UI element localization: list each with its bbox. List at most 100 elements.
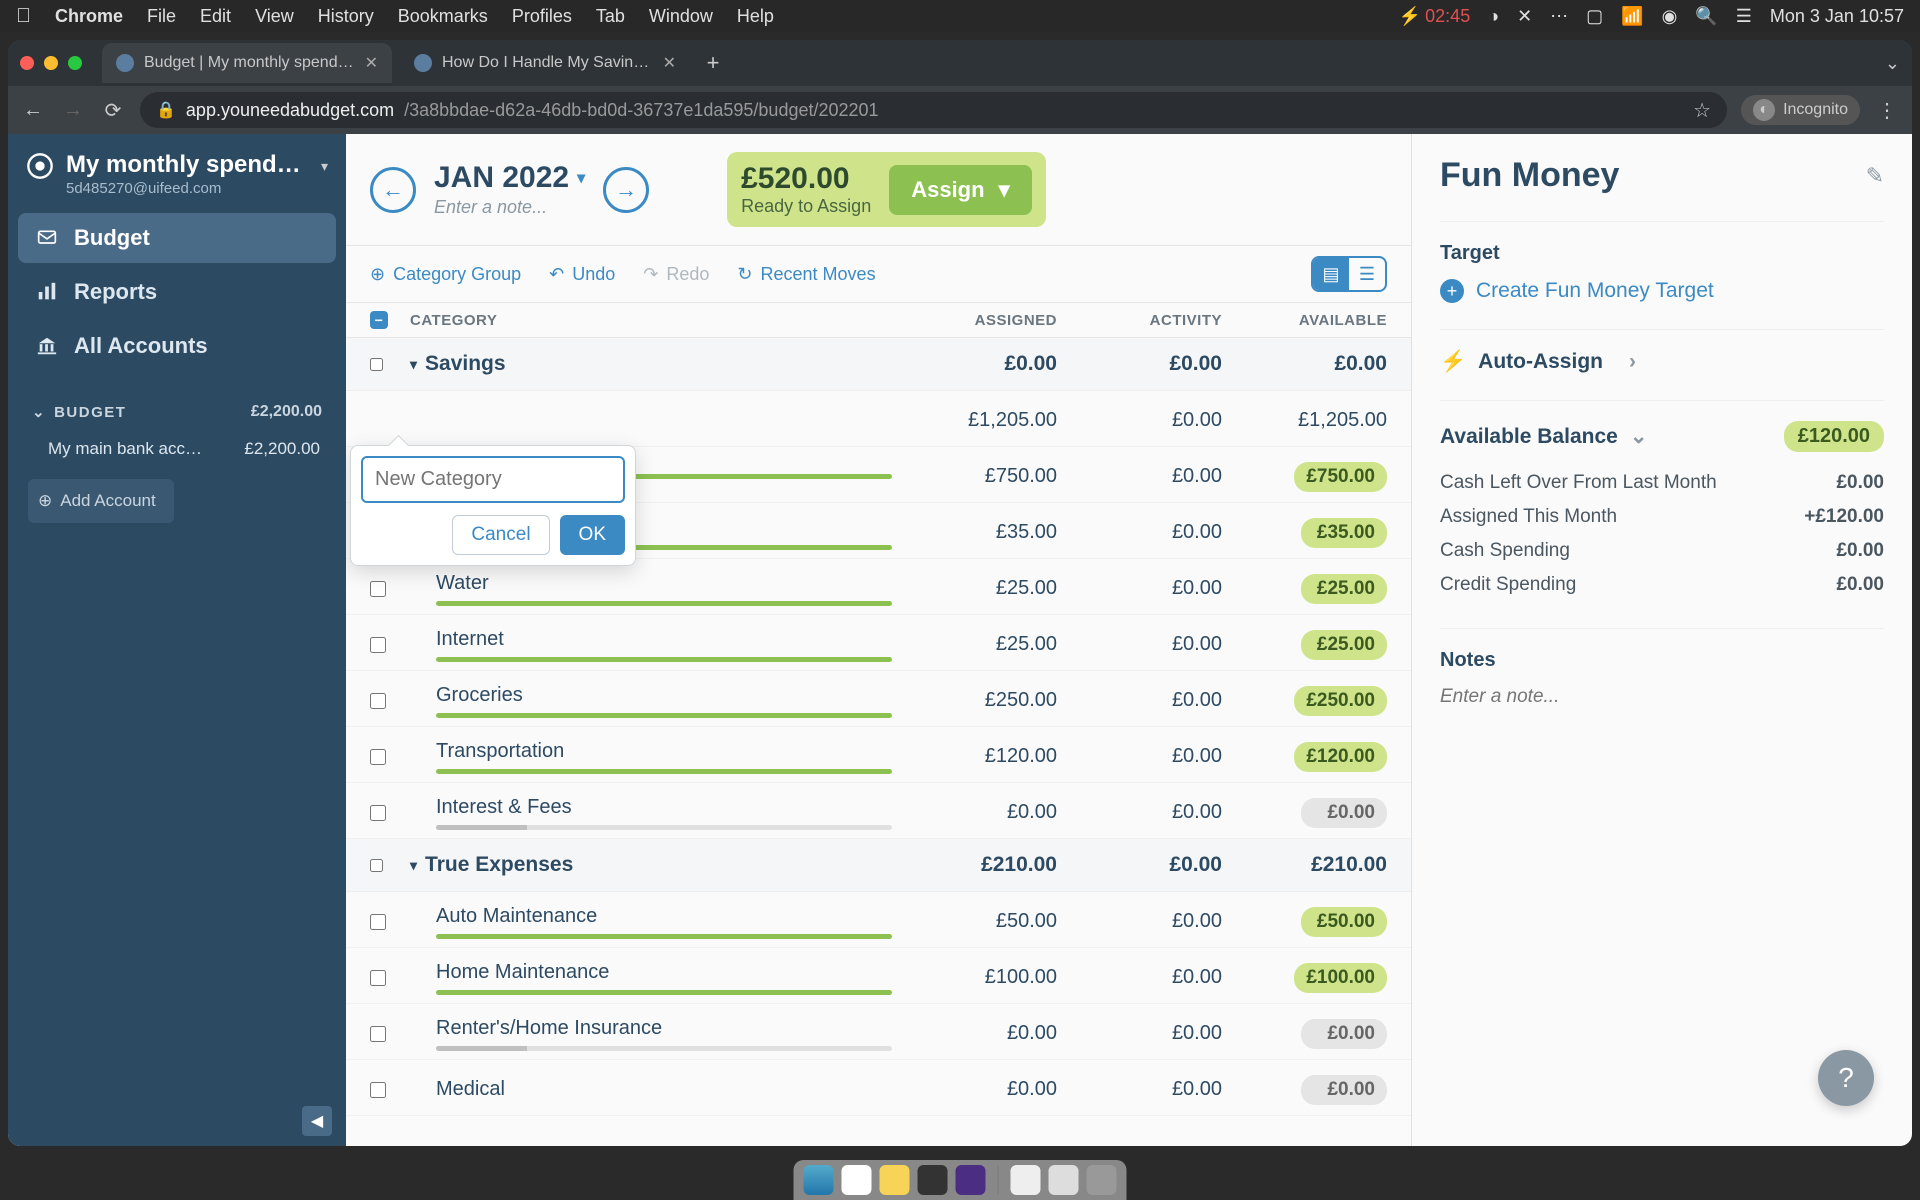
dock-app-icon[interactable] bbox=[1049, 1165, 1079, 1195]
menubar-item[interactable]: View bbox=[255, 6, 294, 27]
back-button[interactable]: ← bbox=[20, 97, 46, 123]
cell-assigned[interactable]: £750.00 bbox=[892, 465, 1057, 488]
dock-app-icon[interactable] bbox=[918, 1165, 948, 1195]
new-tab-button[interactable]: + bbox=[698, 48, 728, 78]
disclosure-triangle-icon[interactable]: ▾ bbox=[410, 857, 417, 874]
group-checkbox[interactable] bbox=[370, 859, 383, 872]
ok-button[interactable]: OK bbox=[560, 515, 625, 555]
cell-assigned[interactable]: £250.00 bbox=[892, 689, 1057, 712]
category-row[interactable]: Water £25.00 £0.00 £25.00 bbox=[346, 559, 1411, 615]
menubar-status-icon[interactable]: ✕ bbox=[1517, 6, 1532, 27]
browser-tab[interactable]: Budget | My monthly spending ✕ bbox=[102, 43, 392, 83]
spotlight-icon[interactable]: 🔍 bbox=[1695, 6, 1717, 27]
cell-assigned[interactable]: £25.00 bbox=[892, 577, 1057, 600]
row-checkbox[interactable] bbox=[370, 914, 386, 930]
auto-assign-button[interactable]: ⚡ Auto-Assign › bbox=[1440, 350, 1884, 374]
col-assigned[interactable]: ASSIGNED bbox=[892, 312, 1057, 329]
apple-logo-icon[interactable]:  bbox=[16, 5, 31, 28]
category-group-row[interactable]: ▾ Savings £0.00 £0.00 £0.00 bbox=[346, 338, 1411, 391]
menubar-app[interactable]: Chrome bbox=[55, 6, 123, 27]
category-row[interactable]: Internet £25.00 £0.00 £25.00 bbox=[346, 615, 1411, 671]
tab-overflow-icon[interactable]: ⌄ bbox=[1885, 53, 1900, 74]
dock-app-icon[interactable] bbox=[1011, 1165, 1041, 1195]
dock-app-icon[interactable] bbox=[880, 1165, 910, 1195]
row-checkbox[interactable] bbox=[370, 1082, 386, 1098]
row-checkbox[interactable] bbox=[370, 970, 386, 986]
category-row[interactable]: Medical £0.00 £0.00 £0.00 bbox=[346, 1060, 1411, 1116]
category-row[interactable]: Groceries £250.00 £0.00 £250.00 bbox=[346, 671, 1411, 727]
menubar-status-icon[interactable]: ☰ bbox=[1736, 6, 1752, 27]
card-view-button[interactable]: ▤ bbox=[1313, 258, 1349, 290]
recent-moves-button[interactable]: ↻ Recent Moves bbox=[737, 264, 875, 285]
add-category-group-button[interactable]: ⊕ Category Group bbox=[370, 264, 521, 285]
disclosure-triangle-icon[interactable]: ▾ bbox=[410, 356, 417, 373]
browser-tab[interactable]: How Do I Handle My Savings A ✕ bbox=[400, 43, 690, 83]
dock-trash-icon[interactable] bbox=[1087, 1165, 1117, 1195]
select-all-checkbox[interactable]: − bbox=[370, 311, 388, 329]
cell-assigned[interactable]: £35.00 bbox=[892, 521, 1057, 544]
omnibox[interactable]: 🔒 app.youneedabudget.com /3a8bbdae-d62a-… bbox=[140, 92, 1727, 128]
undo-button[interactable]: ↶ Undo bbox=[549, 264, 615, 285]
col-activity[interactable]: ACTIVITY bbox=[1057, 312, 1222, 329]
incognito-badge[interactable]: ◐ Incognito bbox=[1741, 95, 1860, 125]
cell-assigned[interactable]: £1,205.00 bbox=[892, 409, 1057, 432]
row-checkbox[interactable] bbox=[370, 581, 386, 597]
battery-icon[interactable]: ▢ bbox=[1586, 6, 1603, 27]
nav-reports[interactable]: Reports bbox=[18, 267, 336, 317]
category-row[interactable]: £1,205.00 £0.00 £1,205.00 bbox=[346, 391, 1411, 447]
notes-input[interactable] bbox=[1440, 686, 1884, 730]
category-row[interactable]: Renter's/Home Insurance £0.00 £0.00 £0.0… bbox=[346, 1004, 1411, 1060]
battery-status-icon[interactable]: ⚡02:45 bbox=[1399, 6, 1470, 27]
window-minimize-icon[interactable] bbox=[44, 56, 58, 70]
menubar-item[interactable]: File bbox=[147, 6, 176, 27]
group-checkbox[interactable] bbox=[370, 358, 383, 371]
col-category[interactable]: CATEGORY bbox=[410, 312, 892, 329]
cell-assigned[interactable]: £100.00 bbox=[892, 966, 1057, 989]
wifi-icon[interactable]: 📶 bbox=[1621, 6, 1643, 27]
col-available[interactable]: AVAILABLE bbox=[1222, 312, 1387, 329]
category-row[interactable]: Home Maintenance £100.00 £0.00 £100.00 bbox=[346, 948, 1411, 1004]
sidebar-collapse-button[interactable]: ◀ bbox=[302, 1106, 332, 1136]
account-row[interactable]: My main bank acc… £2,200.00 bbox=[28, 429, 326, 469]
available-balance-row[interactable]: Available Balance ⌄ £120.00 bbox=[1440, 421, 1884, 452]
new-category-input[interactable] bbox=[361, 456, 625, 503]
redo-button[interactable]: ↷ Redo bbox=[643, 264, 709, 285]
menubar-item[interactable]: Bookmarks bbox=[398, 6, 488, 27]
dock-app-icon[interactable] bbox=[842, 1165, 872, 1195]
budget-section-header[interactable]: ⌄ BUDGET £2,200.00 bbox=[28, 395, 326, 429]
menubar-item[interactable]: Help bbox=[737, 6, 774, 27]
edit-pencil-icon[interactable]: ✎ bbox=[1866, 163, 1884, 189]
cell-assigned[interactable]: £120.00 bbox=[892, 745, 1057, 768]
window-maximize-icon[interactable] bbox=[68, 56, 82, 70]
row-checkbox[interactable] bbox=[370, 693, 386, 709]
chrome-menu-button[interactable]: ⋮ bbox=[1874, 97, 1900, 123]
cell-assigned[interactable]: £50.00 bbox=[892, 910, 1057, 933]
nav-budget[interactable]: Budget bbox=[18, 213, 336, 263]
month-selector[interactable]: JAN 2022 ▾ bbox=[434, 161, 585, 195]
menubar-status-icon[interactable]: ⋯ bbox=[1550, 6, 1568, 27]
category-row[interactable]: Interest & Fees £0.00 £0.00 £0.00 bbox=[346, 783, 1411, 839]
forward-button[interactable]: → bbox=[60, 97, 86, 123]
cancel-button[interactable]: Cancel bbox=[452, 515, 549, 555]
category-row[interactable]: Auto Maintenance £50.00 £0.00 £50.00 bbox=[346, 892, 1411, 948]
help-button[interactable]: ? bbox=[1818, 1050, 1874, 1106]
reload-button[interactable]: ⟳ bbox=[100, 97, 126, 123]
menubar-item[interactable]: Window bbox=[649, 6, 713, 27]
month-note-input[interactable]: Enter a note... bbox=[434, 197, 585, 218]
row-checkbox[interactable] bbox=[370, 637, 386, 653]
row-checkbox[interactable] bbox=[370, 1026, 386, 1042]
menubar-item[interactable]: Edit bbox=[200, 6, 231, 27]
menubar-clock[interactable]: Mon 3 Jan 10:57 bbox=[1770, 6, 1904, 27]
nav-accounts[interactable]: All Accounts bbox=[18, 321, 336, 371]
assign-button[interactable]: Assign ▾ bbox=[889, 165, 1031, 215]
cell-assigned[interactable]: £25.00 bbox=[892, 633, 1057, 656]
cell-assigned[interactable]: £0.00 bbox=[892, 801, 1057, 824]
prev-month-button[interactable]: ← bbox=[370, 167, 416, 213]
lock-icon[interactable]: 🔒 bbox=[156, 100, 176, 120]
menubar-item[interactable]: History bbox=[318, 6, 374, 27]
row-checkbox[interactable] bbox=[370, 749, 386, 765]
category-group-row[interactable]: ▾ True Expenses £210.00 £0.00 £210.00 bbox=[346, 839, 1411, 892]
budget-switcher[interactable]: My monthly spend… 5d485270@uifeed.com ▾ bbox=[18, 148, 336, 213]
tab-close-icon[interactable]: ✕ bbox=[365, 53, 378, 73]
add-account-button[interactable]: ⊕ Add Account bbox=[28, 479, 174, 523]
